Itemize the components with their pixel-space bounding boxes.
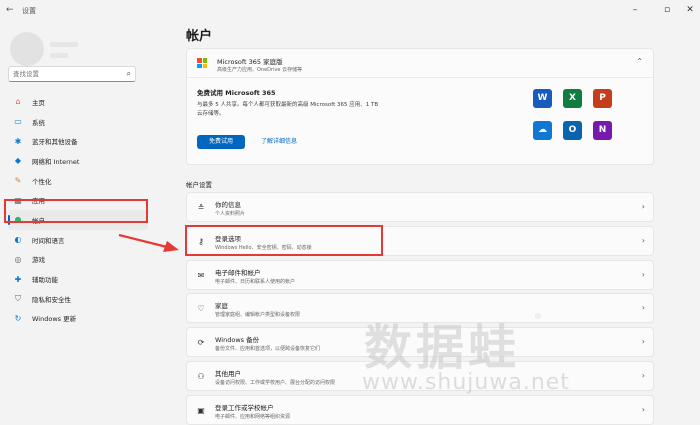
other-users-icon: ⚇ bbox=[197, 372, 205, 381]
gaming-icon: ◎ bbox=[14, 254, 22, 264]
settings-row-briefcase[interactable]: ▣ 登录工作或学校帐户电子邮件、应用和网络等组织资源 › bbox=[186, 395, 654, 425]
chevron-right-icon: › bbox=[641, 337, 645, 346]
office-app-icons: W X P ☁ O N bbox=[533, 89, 613, 149]
your-info-icon: ≗ bbox=[197, 203, 205, 212]
sidebar-item-windows-update[interactable]: ↻ Windows 更新 bbox=[8, 309, 148, 329]
network-icon: ◆ bbox=[14, 156, 22, 166]
free-trial-button[interactable]: 免费试用 bbox=[197, 135, 245, 149]
search-input[interactable] bbox=[13, 68, 118, 80]
section-label: 帐户设置 bbox=[186, 181, 212, 189]
app-title: 设置 bbox=[22, 7, 36, 15]
row-subtitle: 管理家庭组、编辑帐户类型和设备权限 bbox=[215, 312, 301, 318]
sidebar-item-label: 个性化 bbox=[32, 177, 52, 186]
sidebar-item-privacy[interactable]: ⛉ 隐私和安全性 bbox=[8, 289, 148, 309]
avatar[interactable] bbox=[10, 32, 44, 66]
accessibility-icon: ✚ bbox=[14, 274, 22, 284]
bluetooth-icon: ✱ bbox=[14, 136, 22, 146]
sidebar-item-label: 游戏 bbox=[32, 256, 45, 265]
sidebar-item-home[interactable]: ⌂ 主页 bbox=[8, 92, 148, 112]
title-bar: ← 设置 – ▫ ✕ bbox=[0, 0, 700, 22]
chevron-right-icon: › bbox=[641, 303, 645, 312]
chevron-up-icon[interactable]: ⌃ bbox=[636, 57, 643, 66]
settings-row-other-users[interactable]: ⚇ 其他用户设备访问权限、工作或学校用户、展台分配的访问权限 › bbox=[186, 361, 654, 391]
search-icon[interactable]: ⌕ bbox=[127, 69, 131, 79]
trial-title: 免费试用 Microsoft 365 bbox=[197, 89, 276, 97]
briefcase-icon: ▣ bbox=[197, 406, 205, 415]
maximize-icon[interactable]: ▫ bbox=[659, 3, 675, 17]
sidebar-item-label: 时间和语言 bbox=[32, 236, 65, 245]
word-icon: W bbox=[533, 89, 552, 108]
microsoft365-header[interactable]: Microsoft 365 家庭版 高级生产力应用、OneDrive 云存储等 … bbox=[187, 49, 653, 78]
excel-icon: X bbox=[563, 89, 582, 108]
row-title: 其他用户 bbox=[215, 370, 241, 378]
sidebar-item-personalization[interactable]: ✎ 个性化 bbox=[8, 171, 148, 191]
settings-row-family[interactable]: ♡ 家庭管理家庭组、编辑帐户类型和设备权限 › bbox=[186, 293, 654, 323]
system-icon: ▭ bbox=[14, 117, 22, 127]
row-subtitle: 设备访问权限、工作或学校用户、展台分配的访问权限 bbox=[215, 380, 336, 386]
row-subtitle: 备份文件、应用和首选项，以便跨设备恢复它们 bbox=[215, 346, 321, 352]
privacy-icon: ⛉ bbox=[15, 293, 21, 303]
time-language-icon: ◐ bbox=[14, 235, 22, 245]
sidebar-item-label: 系统 bbox=[32, 118, 45, 127]
settings-row-your-info[interactable]: ≗ 你的信息个人资料照片 › bbox=[186, 192, 654, 222]
chevron-right-icon: › bbox=[641, 270, 645, 279]
back-arrow-icon[interactable]: ← bbox=[6, 5, 14, 15]
family-icon: ♡ bbox=[197, 304, 205, 313]
page-title: 帐户 bbox=[186, 29, 213, 44]
row-title: 你的信息 bbox=[215, 201, 241, 209]
sidebar-item-label: 蓝牙和其他设备 bbox=[32, 138, 78, 147]
row-subtitle: 电子邮件、日历和联系人使用的帐户 bbox=[215, 279, 296, 285]
row-title: Windows 备份 bbox=[215, 336, 260, 344]
chevron-right-icon: › bbox=[641, 371, 645, 380]
settings-row-backup[interactable]: ⟳ Windows 备份备份文件、应用和首选项，以便跨设备恢复它们 › bbox=[186, 327, 654, 357]
sidebar-item-accessibility[interactable]: ✚ 辅助功能 bbox=[8, 269, 148, 289]
sidebar-item-network[interactable]: ◆ 网络和 Internet bbox=[8, 151, 148, 171]
annotation-arrow-icon bbox=[118, 233, 179, 252]
trial-description: 与最多 5 人共享。每个人都可获取最新的高级 Microsoft 365 应用、… bbox=[197, 102, 379, 117]
onenote-icon: N bbox=[593, 121, 612, 140]
sidebar-item-label: 隐私和安全性 bbox=[32, 295, 71, 304]
chevron-right-icon: › bbox=[641, 405, 645, 414]
highlight-box-signin bbox=[185, 225, 383, 256]
chevron-right-icon: › bbox=[641, 236, 645, 245]
onedrive-icon: ☁ bbox=[533, 121, 552, 140]
windows-update-icon: ↻ bbox=[14, 313, 22, 323]
close-icon[interactable]: ✕ bbox=[682, 3, 698, 17]
row-subtitle: 个人资料照片 bbox=[215, 211, 246, 217]
row-subtitle: 电子邮件、应用和网络等组织资源 bbox=[215, 414, 291, 420]
sidebar-item-label: 网络和 Internet bbox=[32, 157, 80, 166]
product-subtitle: 高级生产力应用、OneDrive 云存储等 bbox=[217, 67, 303, 73]
mail-icon: ✉ bbox=[197, 271, 205, 280]
search-box[interactable]: ⌕ bbox=[8, 66, 136, 82]
highlight-box-accounts bbox=[4, 199, 148, 223]
sidebar-item-bluetooth[interactable]: ✱ 蓝牙和其他设备 bbox=[8, 131, 148, 151]
settings-row-mail[interactable]: ✉ 电子邮件和帐户电子邮件、日历和联系人使用的帐户 › bbox=[186, 260, 654, 290]
learn-more-link[interactable]: 了解详细信息 bbox=[261, 135, 297, 149]
product-name: Microsoft 365 家庭版 bbox=[217, 58, 283, 66]
home-icon: ⌂ bbox=[15, 97, 21, 107]
personalization-icon: ✎ bbox=[14, 176, 22, 186]
row-title: 家庭 bbox=[215, 302, 228, 310]
sidebar-item-label: 辅助功能 bbox=[32, 276, 58, 285]
sidebar-item-label: Windows 更新 bbox=[32, 315, 77, 324]
sidebar-item-system[interactable]: ▭ 系统 bbox=[8, 112, 148, 132]
microsoft-logo-icon bbox=[197, 58, 207, 68]
sidebar-item-label: 主页 bbox=[32, 98, 45, 107]
row-title: 登录工作或学校帐户 bbox=[215, 404, 274, 412]
chevron-right-icon: › bbox=[641, 202, 645, 211]
backup-icon: ⟳ bbox=[197, 338, 205, 347]
minimize-icon[interactable]: – bbox=[627, 3, 643, 17]
user-name-placeholder bbox=[50, 42, 78, 64]
powerpoint-icon: P bbox=[593, 89, 612, 108]
outlook-icon: O bbox=[563, 121, 582, 140]
microsoft365-card: Microsoft 365 家庭版 高级生产力应用、OneDrive 云存储等 … bbox=[186, 48, 654, 165]
row-title: 电子邮件和帐户 bbox=[215, 269, 261, 277]
